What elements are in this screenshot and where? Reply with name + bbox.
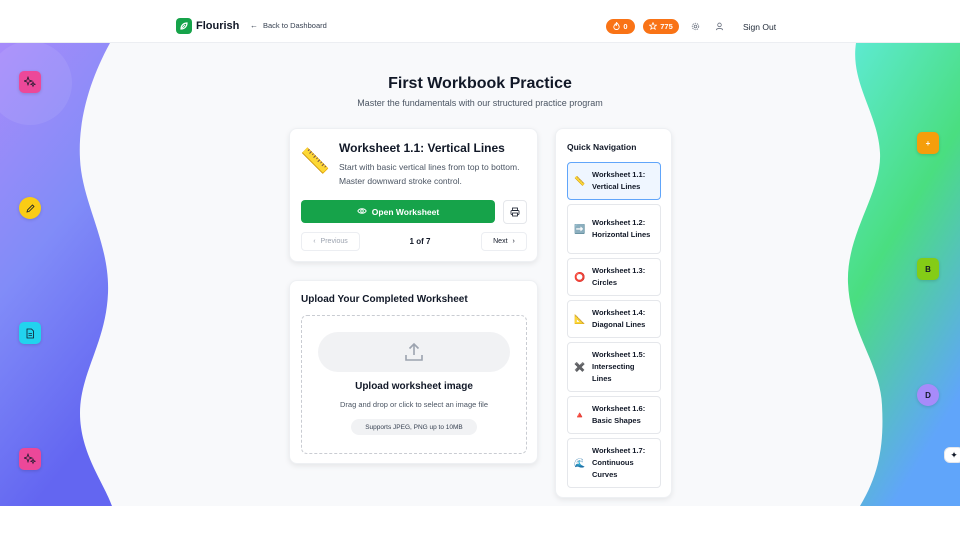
open-worksheet-button[interactable]: Open Worksheet <box>301 200 495 223</box>
plus-tile: + <box>917 132 939 154</box>
letter-b-tile: B <box>917 258 939 280</box>
pencil-icon <box>19 197 41 219</box>
upload-icon <box>405 342 423 361</box>
points-badge[interactable]: 775 <box>643 19 679 34</box>
streak-badge[interactable]: 0 <box>606 19 635 34</box>
upload-card: Upload Your Completed Worksheet Upload w… <box>289 280 538 464</box>
previous-label: Previous <box>320 238 348 245</box>
upload-dropzone[interactable]: Upload worksheet image Drag and drop or … <box>301 315 527 454</box>
star-icon <box>648 21 658 32</box>
letter-d-tile: D <box>917 384 939 406</box>
nav-item-worksheet-1-6[interactable]: 🔺 Worksheet 1.6: Basic Shapes <box>567 396 661 434</box>
settings-gear-icon[interactable] <box>690 21 700 31</box>
worksheet-title: Worksheet 1.1: Vertical Lines <box>339 141 505 155</box>
eye-icon <box>357 207 367 217</box>
upload-section-title: Upload Your Completed Worksheet <box>301 294 468 305</box>
points-count: 775 <box>660 22 673 31</box>
nav-item-worksheet-1-4[interactable]: 📐 Worksheet 1.4: Diagonal Lines <box>567 300 661 338</box>
next-label: Next <box>493 238 508 245</box>
chevron-right-icon: › <box>512 238 515 245</box>
top-header: Flourish ← Back to Dashboard 0 775 Sign … <box>0 0 960 43</box>
ruler-icon: 📏 <box>574 175 586 186</box>
nav-item-label: Worksheet 1.1: Vertical Lines <box>592 170 646 191</box>
document-icon <box>19 322 41 344</box>
worksheet-description: Start with basic vertical lines from top… <box>339 162 520 186</box>
streak-count: 0 <box>623 22 628 31</box>
nav-item-label: Worksheet 1.7: Continuous Curves <box>592 446 646 479</box>
chevron-left-icon: ‹ <box>313 238 316 245</box>
quick-navigation-card: Quick Navigation 📏 Worksheet 1.1: Vertic… <box>555 128 672 498</box>
flame-icon <box>613 21 621 32</box>
supported-formats-badge: Supports JPEG, PNG up to 10MB <box>351 419 477 435</box>
triangle-icon: 🔺 <box>574 409 586 420</box>
brand[interactable]: Flourish <box>176 18 239 34</box>
back-to-dashboard-link[interactable]: ← Back to Dashboard <box>250 21 327 30</box>
sign-out-button[interactable]: Sign Out <box>743 22 776 32</box>
right-wave-decoration <box>847 43 960 506</box>
arrow-left-icon: ← <box>250 21 258 30</box>
user-profile-icon[interactable] <box>714 21 724 31</box>
printer-icon <box>510 207 520 217</box>
ruler-icon: 📏 <box>300 148 330 175</box>
upload-subtitle: Drag and drop or click to select an imag… <box>340 400 488 409</box>
nav-item-label: Worksheet 1.4: Diagonal Lines <box>592 308 646 329</box>
quick-navigation-title: Quick Navigation <box>567 142 637 152</box>
nav-item-worksheet-1-3[interactable]: ⭕ Worksheet 1.3: Circles <box>567 258 661 296</box>
back-label: Back to Dashboard <box>263 21 327 30</box>
wave-icon: 🌊 <box>574 457 586 468</box>
next-button[interactable]: Next › <box>481 232 527 251</box>
nav-item-label: Worksheet 1.5: Intersecting Lines <box>592 350 646 383</box>
page-subtitle: Master the fundamentals with our structu… <box>357 98 603 108</box>
sparkle-icon <box>19 448 41 470</box>
previous-button[interactable]: ‹ Previous <box>301 232 360 251</box>
nav-item-label: Worksheet 1.3: Circles <box>592 266 646 287</box>
page-title: First Workbook Practice <box>388 75 572 92</box>
nav-item-worksheet-1-7[interactable]: 🌊 Worksheet 1.7: Continuous Curves <box>567 438 661 488</box>
cross-icon: ✖️ <box>574 361 586 372</box>
left-wave-decoration <box>0 43 112 506</box>
worksheet-card: 📏 Worksheet 1.1: Vertical Lines Start wi… <box>289 128 538 262</box>
nav-item-worksheet-1-1[interactable]: 📏 Worksheet 1.1: Vertical Lines <box>567 162 661 200</box>
sparkle-icon: ✦ <box>950 449 958 460</box>
triangle-ruler-icon: 📐 <box>574 313 586 324</box>
nav-item-worksheet-1-2[interactable]: ➡️ Worksheet 1.2: Horizontal Lines <box>567 204 661 254</box>
nav-item-label: Worksheet 1.2: Horizontal Lines <box>592 218 651 239</box>
nav-item-label: Worksheet 1.6: Basic Shapes <box>592 404 646 425</box>
print-button[interactable] <box>503 200 527 224</box>
ai-sparkle-button[interactable]: ✦ <box>944 447 960 463</box>
leaf-logo-icon <box>176 18 192 34</box>
open-worksheet-label: Open Worksheet <box>371 206 440 217</box>
page-indicator: 1 of 7 <box>409 237 431 246</box>
circle-icon: ⭕ <box>574 271 586 282</box>
upload-title: Upload worksheet image <box>355 381 473 392</box>
upload-icon-pill <box>318 332 510 372</box>
nav-item-worksheet-1-5[interactable]: ✖️ Worksheet 1.5: Intersecting Lines <box>567 342 661 392</box>
brand-name: Flourish <box>196 20 240 32</box>
arrow-right-icon: ➡️ <box>574 223 586 234</box>
